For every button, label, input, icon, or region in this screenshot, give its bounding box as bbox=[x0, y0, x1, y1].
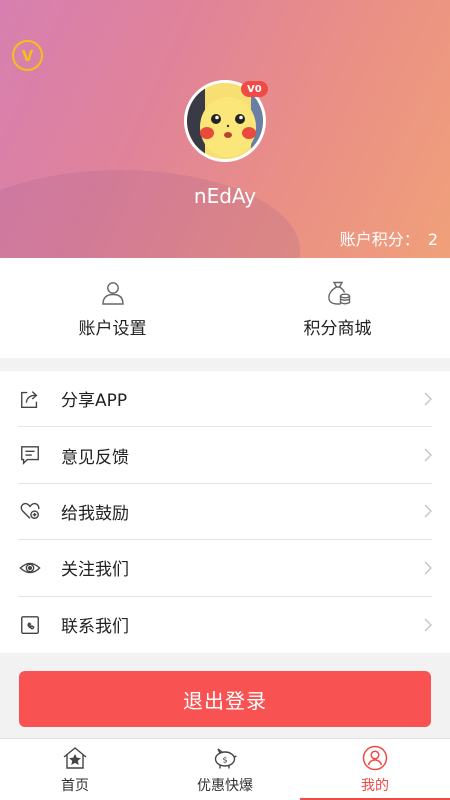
menu-item-label: 关注我们 bbox=[61, 560, 129, 581]
profile-icon bbox=[362, 745, 388, 771]
points-mall-button[interactable]: 积分商城 bbox=[225, 258, 450, 358]
tab-mine[interactable]: 我的 bbox=[300, 739, 450, 800]
points-mall-label: 积分商城 bbox=[303, 319, 372, 339]
menu-item-share-app[interactable]: 分享APP bbox=[18, 371, 432, 428]
menu-item-label: 联系我们 bbox=[61, 617, 129, 638]
profile-header: V V0 nEdAy 账户积分： 2 bbox=[0, 0, 450, 258]
menu-item-encourage[interactable]: 给我鼓励 bbox=[18, 484, 432, 541]
contact-icon bbox=[18, 613, 42, 637]
quick-actions: 账户设置 积分商城 bbox=[0, 258, 450, 358]
level-badge: V0 bbox=[241, 81, 268, 97]
menu-item-label: 分享APP bbox=[61, 391, 128, 412]
chevron-right-icon bbox=[424, 504, 432, 518]
heart-icon bbox=[18, 499, 42, 523]
logout-button[interactable]: 退出登录 bbox=[19, 671, 431, 727]
account-settings-button[interactable]: 账户设置 bbox=[0, 258, 225, 358]
menu-item-label: 意见反馈 bbox=[61, 447, 129, 468]
tab-home[interactable]: 首页 bbox=[0, 739, 150, 800]
money-bag-icon bbox=[327, 281, 350, 305]
menu-item-feedback[interactable]: 意见反馈 bbox=[18, 427, 432, 484]
tab-label: 我的 bbox=[361, 778, 389, 794]
user-icon bbox=[101, 282, 124, 305]
menu-item-follow-us[interactable]: 关注我们 bbox=[18, 540, 432, 597]
points-display: 账户积分： 2 bbox=[340, 226, 438, 250]
bottom-tab-bar: 首页 $ 优惠快爆 我的 bbox=[0, 738, 450, 800]
tab-deals[interactable]: $ 优惠快爆 bbox=[150, 739, 300, 800]
points-value: 2 bbox=[427, 230, 438, 249]
eye-icon bbox=[18, 556, 42, 580]
vip-badge-icon[interactable]: V bbox=[12, 40, 43, 71]
account-settings-label: 账户设置 bbox=[78, 319, 147, 339]
chevron-right-icon bbox=[424, 392, 432, 406]
menu-item-contact-us[interactable]: 联系我们 bbox=[18, 597, 432, 653]
share-icon bbox=[18, 387, 42, 411]
home-icon bbox=[63, 747, 87, 769]
chevron-right-icon bbox=[424, 618, 432, 632]
settings-menu: 分享APP 意见反馈 给我鼓励 关注我们 联系我们 bbox=[0, 371, 450, 653]
svg-text:$: $ bbox=[223, 755, 228, 764]
chevron-right-icon bbox=[424, 561, 432, 575]
tab-label: 首页 bbox=[61, 778, 89, 794]
chevron-right-icon bbox=[424, 448, 432, 462]
username: nEdAy bbox=[193, 184, 257, 208]
menu-item-label: 给我鼓励 bbox=[61, 503, 129, 524]
points-label: 账户积分： bbox=[339, 230, 420, 249]
tab-label: 优惠快爆 bbox=[197, 778, 253, 794]
piggy-bank-icon: $ bbox=[214, 748, 237, 769]
feedback-icon bbox=[18, 443, 42, 467]
